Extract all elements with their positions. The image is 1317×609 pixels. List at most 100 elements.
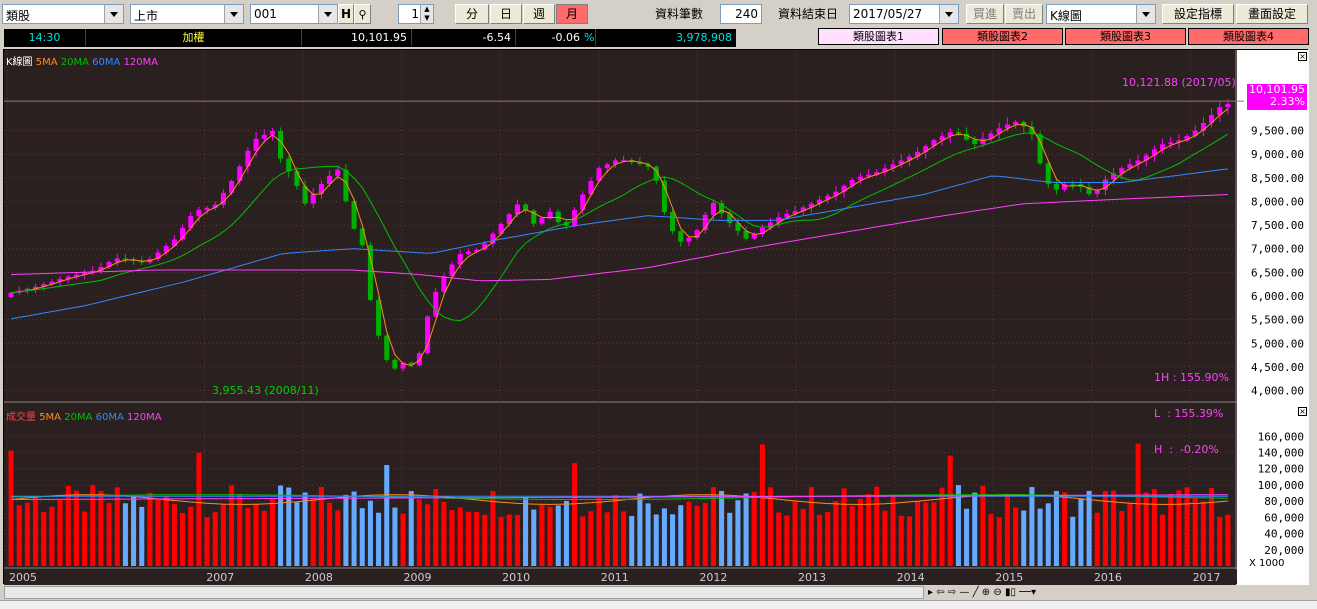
volume-bar xyxy=(531,509,537,566)
market-select[interactable]: 上市 xyxy=(130,4,244,24)
arrow-left-icon[interactable]: ⇦ xyxy=(936,587,944,598)
volume-bar xyxy=(792,501,798,566)
volume-bar xyxy=(890,496,896,566)
volume-bar xyxy=(596,498,602,566)
market-value: 上市 xyxy=(134,9,159,23)
enddate-select[interactable]: 2017/05/27 xyxy=(849,4,959,24)
volume-bar xyxy=(563,500,569,566)
category-value: 類股 xyxy=(6,9,31,23)
volume-bar xyxy=(686,501,692,566)
volume-bar xyxy=(915,501,921,566)
candle-body xyxy=(204,207,210,210)
volume-bar xyxy=(906,516,912,566)
chevron-down-icon[interactable] xyxy=(318,5,337,23)
volume-bar xyxy=(849,506,855,566)
volume-bar xyxy=(670,514,676,566)
close-icon[interactable]: × xyxy=(1298,52,1307,61)
year-tick-label: 2016 xyxy=(1094,571,1122,584)
candle-body xyxy=(980,138,986,144)
period-minute-button[interactable]: 分 xyxy=(455,4,489,24)
period-week-button[interactable]: 週 xyxy=(523,4,555,24)
category-select[interactable]: 類股 xyxy=(2,4,124,24)
legend-ma120: 120MA xyxy=(123,57,159,68)
line-style-icon[interactable]: ──▾ xyxy=(1019,587,1036,598)
volume-bar xyxy=(261,510,267,566)
legend-ma60: 60MA xyxy=(92,57,121,68)
volume-bar xyxy=(359,508,365,566)
horizontal-scrollbar[interactable] xyxy=(4,586,924,599)
candle-body xyxy=(376,299,382,336)
candle-body xyxy=(686,237,692,242)
volume-bar xyxy=(33,497,39,566)
screen-settings-button[interactable]: 畫面設定 xyxy=(1236,4,1308,24)
line-tool-icon[interactable]: — xyxy=(959,587,969,598)
stat-1h: 1H : 155.90% xyxy=(1154,371,1229,384)
volume-bar xyxy=(1094,512,1100,566)
h-button[interactable]: H xyxy=(338,4,354,24)
volume-tick-label: 100,000 xyxy=(1258,479,1304,492)
records-input[interactable]: 240 xyxy=(720,4,762,24)
quote-bar: 14:30 加權 10,101.95 -6.54 -0.06 % 3,978,9… xyxy=(4,29,736,47)
volume-bar xyxy=(449,510,455,566)
candle-body xyxy=(392,359,398,369)
buy-button[interactable]: 買進 xyxy=(966,4,1004,24)
volume-bar xyxy=(498,516,504,566)
draw-tool-icon[interactable]: ╱ xyxy=(973,587,979,598)
tab-chart-4[interactable]: 類股圖表4 xyxy=(1188,28,1309,45)
volume-bar xyxy=(98,490,104,566)
legend-ma20: 20MA xyxy=(60,57,89,68)
scroll-right-icon[interactable]: ▸ xyxy=(928,587,933,598)
volume-tick-label: 120,000 xyxy=(1258,463,1304,476)
close-icon[interactable]: × xyxy=(1298,407,1307,416)
volume-bar xyxy=(523,497,529,566)
quote-pct-sign: % xyxy=(584,29,596,46)
zoom-out-icon[interactable]: ⊖ xyxy=(993,587,1001,598)
candle-body xyxy=(1045,163,1051,184)
candle-icon[interactable]: ▮▯ xyxy=(1005,587,1016,598)
chevron-down-icon[interactable] xyxy=(939,5,958,23)
tab-chart-1[interactable]: 類股圖表1 xyxy=(818,28,939,45)
volume-bar xyxy=(833,501,839,566)
volume-bar xyxy=(727,512,733,566)
period-month-button[interactable]: 月 xyxy=(556,4,588,24)
volume-bar xyxy=(931,502,937,566)
volume-bar xyxy=(947,455,953,566)
year-tick-label: 2015 xyxy=(995,571,1023,584)
period-day-button[interactable]: 日 xyxy=(490,4,522,24)
chevron-down-icon[interactable] xyxy=(224,5,243,23)
high-annotation: 10,121.88 (2017/05) xyxy=(1122,76,1236,89)
chart-type-select[interactable]: K線圖 xyxy=(1046,4,1156,24)
search-button[interactable]: ⚲ xyxy=(354,4,371,24)
chevron-down-icon[interactable] xyxy=(1136,5,1155,23)
candle-body xyxy=(955,132,961,134)
sell-button[interactable]: 賣出 xyxy=(1005,4,1043,24)
volume-bar xyxy=(1184,487,1190,566)
chevron-down-icon[interactable] xyxy=(104,5,123,23)
count-spinner[interactable]: 1 ▲ ▼ xyxy=(398,4,434,24)
scroll-row: ▸ ⇦ ⇨ — ╱ ⊕ ⊖ ▮▯ ──▾ xyxy=(0,585,1317,600)
candle-body xyxy=(196,209,202,217)
ma5-line xyxy=(11,108,1229,367)
tab-chart-2[interactable]: 類股圖表2 xyxy=(942,28,1063,45)
volume-bar xyxy=(1070,516,1076,566)
volume-tick-label: 60,000 xyxy=(1264,511,1304,524)
arrow-right-icon[interactable]: ⇨ xyxy=(948,587,956,598)
indicator-settings-button[interactable]: 設定指標 xyxy=(1162,4,1234,24)
volume-bar xyxy=(131,496,137,566)
volume-tick-label: 80,000 xyxy=(1264,495,1304,508)
enddate-label: 資料結束日 xyxy=(778,7,839,21)
volume-bar xyxy=(661,508,667,566)
tab-chart-3[interactable]: 類股圖表3 xyxy=(1065,28,1186,45)
ma20-line xyxy=(11,132,1229,322)
quote-name: 加權 xyxy=(86,29,302,46)
price-tick-label: 5,500.00 xyxy=(1251,314,1304,327)
volume-bar xyxy=(482,514,488,566)
zoom-in-icon[interactable]: ⊕ xyxy=(982,587,990,598)
spinner-icon[interactable]: ▲ ▼ xyxy=(420,5,433,23)
low-annotation: 3,955.43 (2008/11) xyxy=(212,384,319,397)
volume-bar xyxy=(857,498,863,566)
code-select[interactable]: 001 xyxy=(250,4,338,24)
volume-bar xyxy=(278,485,284,566)
ma120-line xyxy=(11,194,1228,282)
volume-bar xyxy=(212,512,218,566)
